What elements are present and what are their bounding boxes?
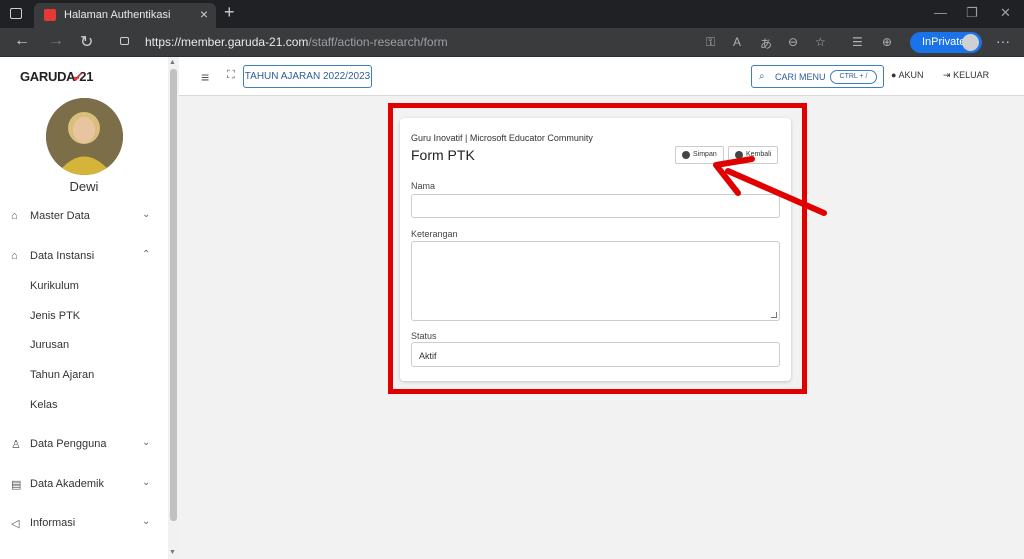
favorite-icon[interactable]: ☆ — [815, 35, 826, 49]
sidebar-subitem-kurikulum[interactable]: Kurikulum — [30, 280, 79, 292]
cari-menu-button[interactable]: ⌕ CARI MENU CTRL + / — [751, 65, 884, 88]
chevron-up-icon: ⌃ — [142, 249, 151, 260]
sidebar-scrollbar[interactable]: ▲ ▼ — [168, 57, 179, 559]
annotation-arrow-icon — [713, 156, 827, 216]
scroll-up-icon[interactable]: ▲ — [169, 59, 176, 66]
top-bar: ≡ ⛶ TAHUN AJARAN 2022/2023 ⌕ CARI MENU C… — [179, 57, 1024, 96]
sidebar: GARUDA-21 ✔ Dewi ⌂ Master Data ⌄ ⌂ Data … — [0, 57, 168, 559]
garuda-favicon-icon — [44, 9, 56, 21]
forward-icon[interactable]: → — [48, 32, 64, 50]
translate-icon[interactable]: あ — [760, 35, 772, 52]
institution-icon: ⌂ — [11, 250, 18, 262]
shortcut-badge: CTRL + / — [830, 70, 877, 84]
fullscreen-icon[interactable]: ⛶ — [227, 69, 235, 82]
avatar — [46, 98, 123, 175]
url-field[interactable]: https://member.garuda-21.com/staff/actio… — [145, 35, 448, 49]
sidebar-subitem-jenis-ptk[interactable]: Jenis PTK — [30, 310, 80, 322]
tab-title: Halaman Authentikasi — [64, 9, 171, 21]
account-icon: ● — [891, 70, 897, 80]
collections-icon[interactable]: ⊕ — [882, 35, 892, 49]
chevron-down-icon: ⌄ — [142, 437, 151, 448]
back-icon[interactable]: ← — [14, 32, 30, 50]
scrollbar-thumb[interactable] — [170, 69, 177, 521]
lock-icon — [120, 37, 129, 45]
akun-button[interactable]: ● AKUN — [891, 70, 923, 80]
chevron-down-icon: ⌄ — [142, 209, 151, 220]
megaphone-icon: ◁ — [11, 518, 20, 530]
minimize-icon[interactable]: — — [934, 5, 947, 20]
home-icon: ⌂ — [11, 210, 18, 222]
profile-avatar-icon — [962, 34, 979, 51]
hamburger-menu-icon[interactable]: ≡ — [201, 69, 209, 85]
refresh-icon[interactable]: ↻ — [80, 32, 93, 52]
user-icon: ♙ — [11, 439, 21, 451]
chevron-down-icon: ⌄ — [142, 477, 151, 488]
address-bar: ← → ↻ https://member.garuda-21.com/staff… — [0, 28, 1024, 57]
search-icon: ⌕ — [759, 71, 765, 82]
read-aloud-icon[interactable]: A — [733, 35, 741, 49]
close-window-icon[interactable]: ✕ — [1000, 5, 1011, 21]
user-name: Dewi — [69, 179, 99, 194]
book-icon: ▤ — [11, 479, 22, 491]
inprivate-badge[interactable]: InPrivate — [910, 32, 982, 53]
window-menu-icon[interactable] — [10, 8, 22, 19]
logout-icon: ⇥ — [943, 70, 951, 80]
sidebar-subitem-tahun-ajaran[interactable]: Tahun Ajaran — [30, 369, 94, 381]
key-icon[interactable]: ⚿ — [706, 35, 715, 50]
favorites-list-icon[interactable]: ☰ — [852, 35, 863, 49]
zoom-icon[interactable]: ⊖ — [788, 35, 798, 49]
chevron-down-icon: ⌄ — [142, 516, 151, 527]
more-options-icon[interactable]: ··· — [996, 33, 1010, 49]
garuda-bird-icon: ✔ — [72, 69, 84, 85]
close-tab-icon[interactable]: × — [200, 6, 208, 22]
sidebar-subitem-kelas[interactable]: Kelas — [30, 399, 58, 411]
keluar-button[interactable]: ⇥ KELUAR — [943, 70, 989, 81]
sidebar-subitem-jurusan[interactable]: Jurusan — [30, 339, 69, 351]
browser-tab-bar: Halaman Authentikasi × + — ❐ ✕ — [0, 0, 1024, 28]
annotation-highlight-box — [388, 103, 807, 394]
tahun-ajaran-button[interactable]: TAHUN AJARAN 2022/2023 — [243, 65, 372, 88]
scroll-down-icon[interactable]: ▼ — [169, 549, 176, 556]
browser-tab[interactable]: Halaman Authentikasi × — [34, 3, 216, 28]
new-tab-icon[interactable]: + — [224, 2, 235, 23]
restore-icon[interactable]: ❐ — [966, 5, 978, 21]
